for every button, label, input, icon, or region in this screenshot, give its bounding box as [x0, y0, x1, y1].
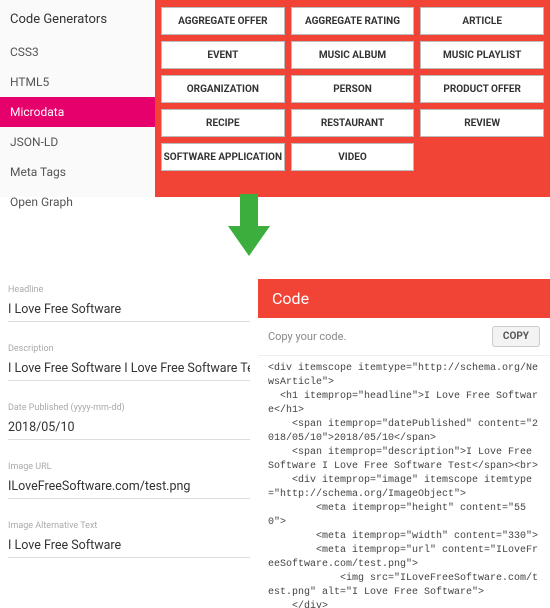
schema-btn-restaurant[interactable]: RESTAURANT — [291, 109, 415, 137]
field-input-description[interactable] — [8, 359, 250, 381]
code-toolbar: Copy your code. COPY — [258, 318, 550, 356]
schema-btn-person[interactable]: PERSON — [291, 75, 415, 103]
field-label: Headline — [8, 285, 250, 295]
field-label: Date Published (yyyy-mm-dd) — [8, 403, 250, 413]
sidebar-item-css3[interactable]: CSS3 — [0, 37, 155, 67]
schema-btn-video[interactable]: VIDEO — [291, 143, 415, 171]
schema-btn-product-offer[interactable]: PRODUCT OFFER — [420, 75, 544, 103]
field-label: Description — [8, 344, 250, 354]
code-body: <div itemscope itemtype="http://schema.o… — [258, 356, 550, 608]
sidebar: Code Generators CSS3HTML5MicrodataJSON-L… — [0, 0, 155, 197]
schema-btn-event[interactable]: EVENT — [161, 41, 285, 69]
sidebar-item-json-ld[interactable]: JSON-LD — [0, 127, 155, 157]
schema-btn-music-playlist[interactable]: MUSIC PLAYLIST — [420, 41, 544, 69]
code-panel: Code Copy your code. COPY <div itemscope… — [258, 279, 550, 608]
schema-grid: AGGREGATE OFFERAGGREGATE RATINGARTICLE EV… — [155, 0, 550, 197]
form-panel: Headline Description Date Published (yyyy-… — [0, 197, 258, 608]
sidebar-title: Code Generators — [0, 6, 155, 37]
code-title: Code — [258, 279, 550, 318]
field-input-date[interactable] — [8, 418, 250, 440]
schema-btn-article[interactable]: ARTICLE — [420, 7, 544, 35]
toolbar-text: Copy your code. — [268, 330, 346, 343]
copy-button[interactable]: COPY — [492, 326, 540, 347]
sidebar-item-html5[interactable]: HTML5 — [0, 67, 155, 97]
schema-btn-recipe[interactable]: RECIPE — [161, 109, 285, 137]
schema-btn-review[interactable]: REVIEW — [420, 109, 544, 137]
field-input-headline[interactable] — [8, 300, 250, 322]
sidebar-item-meta-tags[interactable]: Meta Tags — [0, 157, 155, 187]
field-input-image[interactable] — [8, 536, 250, 558]
schema-btn-music-album[interactable]: MUSIC ALBUM — [291, 41, 415, 69]
schema-btn-organization[interactable]: ORGANIZATION — [161, 75, 285, 103]
down-arrow-icon — [228, 194, 270, 260]
field-label: Image Alternative Text — [8, 521, 250, 531]
schema-btn-aggregate-offer[interactable]: AGGREGATE OFFER — [161, 7, 285, 35]
schema-btn-aggregate-rating[interactable]: AGGREGATE RATING — [291, 7, 415, 35]
field-input-image[interactable] — [8, 477, 250, 499]
schema-btn-software-application[interactable]: SOFTWARE APPLICATION — [161, 143, 285, 171]
field-label: Image URL — [8, 462, 250, 472]
sidebar-item-microdata[interactable]: Microdata — [0, 97, 155, 127]
